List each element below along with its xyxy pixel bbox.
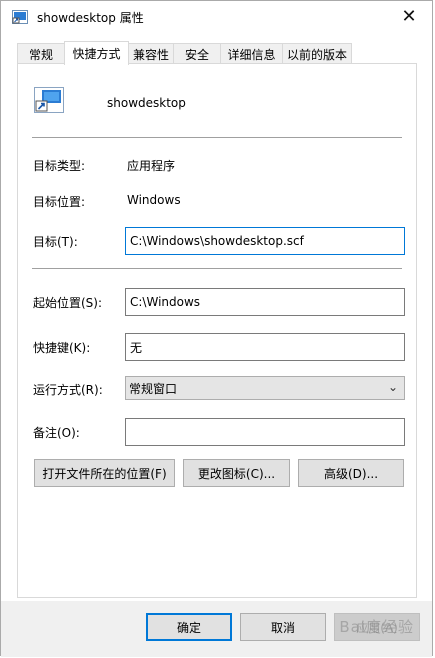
tab-shortcut[interactable]: 快捷方式 [64, 41, 129, 65]
tab-details[interactable]: 详细信息 [220, 43, 283, 64]
window-title: showdesktop 属性 [37, 11, 144, 25]
start-in-input[interactable]: C:\Windows [125, 288, 405, 316]
close-icon: ✕ [401, 6, 417, 27]
change-icon-button[interactable]: 更改图标(C)... [183, 459, 290, 487]
tab-previous-versions[interactable]: 以前的版本 [282, 43, 352, 64]
separator-2 [32, 268, 402, 269]
chevron-down-icon: ⌄ [387, 380, 398, 394]
run-select[interactable]: 常规窗口 ⌄ [125, 376, 405, 400]
close-button[interactable]: ✕ [386, 1, 432, 32]
target-location-label: 目标位置: [33, 195, 86, 209]
ok-button[interactable]: 确定 [146, 613, 232, 641]
tab-security[interactable]: 安全 [173, 43, 221, 64]
target-location-value: Windows [127, 193, 181, 207]
properties-window: showdesktop 属性 ✕ 常规 快捷方式 兼容性 安全 详细信息 以前的… [0, 0, 433, 657]
advanced-button[interactable]: 高级(D)... [298, 459, 404, 487]
tab-general[interactable]: 常规 [17, 43, 65, 64]
separator-1 [32, 137, 402, 138]
tab-compatibility[interactable]: 兼容性 [128, 43, 174, 64]
watermark-text: Bai度经验 [339, 618, 414, 636]
open-file-location-button[interactable]: 打开文件所在的位置(F) [34, 459, 175, 487]
cancel-button[interactable]: 取消 [240, 613, 326, 641]
run-select-value: 常规窗口 [129, 381, 178, 396]
start-in-label: 起始位置(S): [33, 296, 103, 310]
target-type-label: 目标类型: [33, 159, 86, 173]
target-label: 目标(T): [33, 235, 78, 249]
shortcut-name: showdesktop [107, 96, 186, 110]
title-bar[interactable]: showdesktop 属性 ✕ [1, 1, 432, 33]
run-label: 运行方式(R): [33, 383, 103, 397]
target-input[interactable]: C:\Windows\showdesktop.scf [125, 227, 405, 255]
comment-label: 备注(O): [33, 426, 80, 440]
hotkey-input[interactable]: 无 [125, 333, 405, 361]
shortcut-app-icon [34, 87, 64, 113]
comment-input[interactable] [125, 418, 405, 446]
target-type-value: 应用程序 [127, 159, 176, 173]
shortcut-file-icon [12, 10, 28, 24]
hotkey-label: 快捷键(K): [33, 341, 91, 355]
shortcut-panel [17, 63, 417, 598]
